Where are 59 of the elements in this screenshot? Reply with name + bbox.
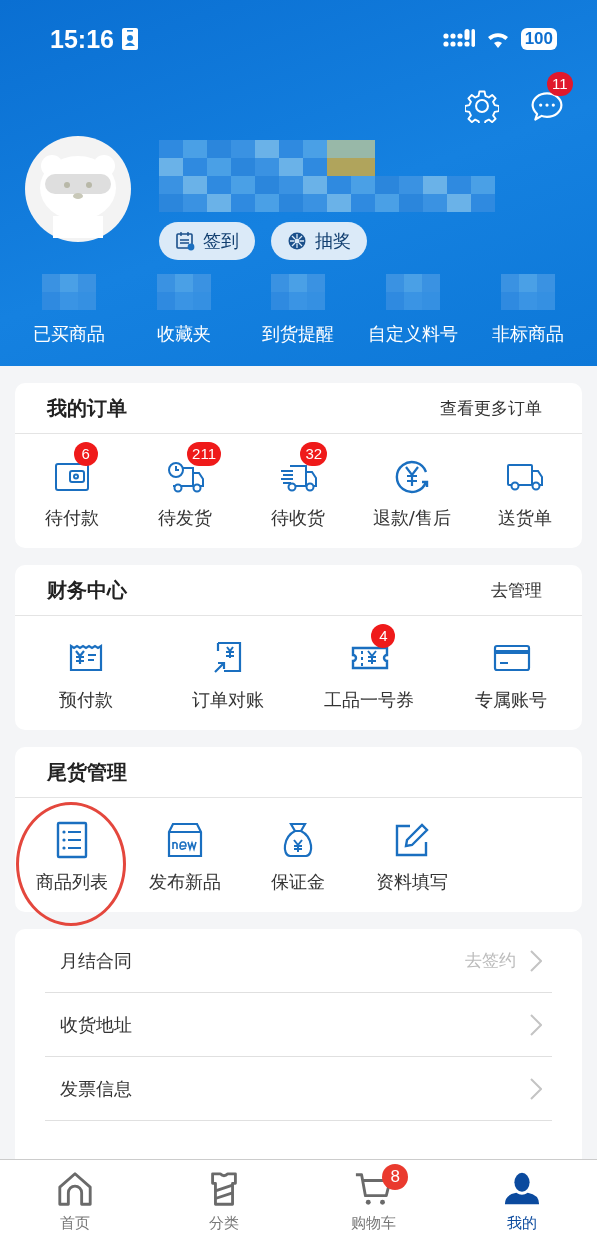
tab[interactable]: 我的 — [447, 1160, 597, 1244]
section-link[interactable]: 查看更多订单 — [440, 396, 542, 420]
menu-item[interactable]: 订单对账 — [191, 688, 264, 712]
shortcut-link[interactable]: 收藏夹 — [156, 322, 211, 346]
shortcut-link[interactable]: 自定义料号 — [368, 322, 459, 346]
count-badge: 4 — [371, 624, 396, 648]
list-row[interactable]: 发票信息 — [45, 1057, 552, 1121]
menu-item[interactable]: 商品列表 — [35, 870, 108, 894]
count-badge: 211 — [187, 442, 221, 466]
redacted-count-drawing — [156, 274, 211, 310]
row-label: 月结合同 — [60, 948, 132, 973]
home-icon — [55, 1170, 94, 1208]
tab[interactable]: 分类 — [149, 1160, 299, 1244]
wheel-icon — [287, 231, 307, 251]
count-badge: 11 — [547, 72, 573, 96]
section-title: 财务中心 — [47, 576, 127, 604]
settings-icon[interactable] — [465, 89, 499, 123]
list-row[interactable]: 收货地址 — [45, 993, 552, 1057]
menu-item[interactable]: 保证金 — [271, 870, 326, 894]
status-time: 15:16 — [50, 24, 114, 54]
shortcut-link[interactable]: 非标商品 — [491, 322, 564, 346]
tab[interactable]: 8 购物车 — [298, 1160, 448, 1244]
row-label: 发票信息 — [60, 1076, 132, 1101]
chevron-right-icon — [530, 1013, 542, 1036]
menu-item[interactable]: 预付款 — [58, 688, 113, 712]
avatar[interactable] — [25, 136, 131, 242]
section-title: 我的订单 — [47, 394, 127, 422]
redacted-count-drawing — [500, 274, 555, 310]
menu-item[interactable]: 退款/售后 — [372, 506, 451, 530]
section-title: 尾货管理 — [47, 758, 127, 786]
tab[interactable]: 首页 — [0, 1160, 150, 1244]
redacted-count-drawing — [386, 274, 441, 310]
chevron-right-icon — [530, 1077, 542, 1100]
menu-item[interactable]: 工品一号券 — [324, 688, 415, 712]
row-hint: 去签约 — [465, 949, 516, 972]
menu-item[interactable]: 资料填写 — [375, 870, 448, 894]
menu-item[interactable]: 专属账号 — [475, 688, 548, 712]
signal-icon — [442, 29, 475, 49]
section-link[interactable]: 去管理 — [491, 578, 542, 602]
menu-item[interactable]: 待发货 — [158, 506, 213, 530]
shortcut-link[interactable]: 到货提醒 — [262, 322, 335, 346]
menu-item[interactable]: 待付款 — [44, 506, 99, 530]
count-badge: 32 — [300, 442, 328, 466]
battery-indicator: 100 — [520, 28, 557, 50]
action-button[interactable]: 抽奖 — [271, 222, 367, 260]
count-badge: 6 — [73, 442, 98, 466]
redacted-count-drawing — [271, 274, 326, 310]
menu-item[interactable]: 送货单 — [498, 506, 553, 530]
calendar-icon — [175, 231, 195, 251]
menu-item[interactable]: 待收货 — [271, 506, 326, 530]
chevron-right-icon — [530, 949, 542, 972]
shortcut-link[interactable]: 已买商品 — [33, 322, 106, 346]
id-badge-icon — [121, 28, 138, 50]
action-button[interactable]: 签到 — [159, 222, 255, 260]
redacted-count-drawing — [42, 274, 97, 310]
menu-item[interactable]: 发布新品 — [149, 870, 222, 894]
count-badge: 8 — [382, 1164, 409, 1190]
list-row[interactable]: 月结合同 去签约 — [45, 929, 552, 993]
row-label: 收货地址 — [60, 1012, 132, 1037]
